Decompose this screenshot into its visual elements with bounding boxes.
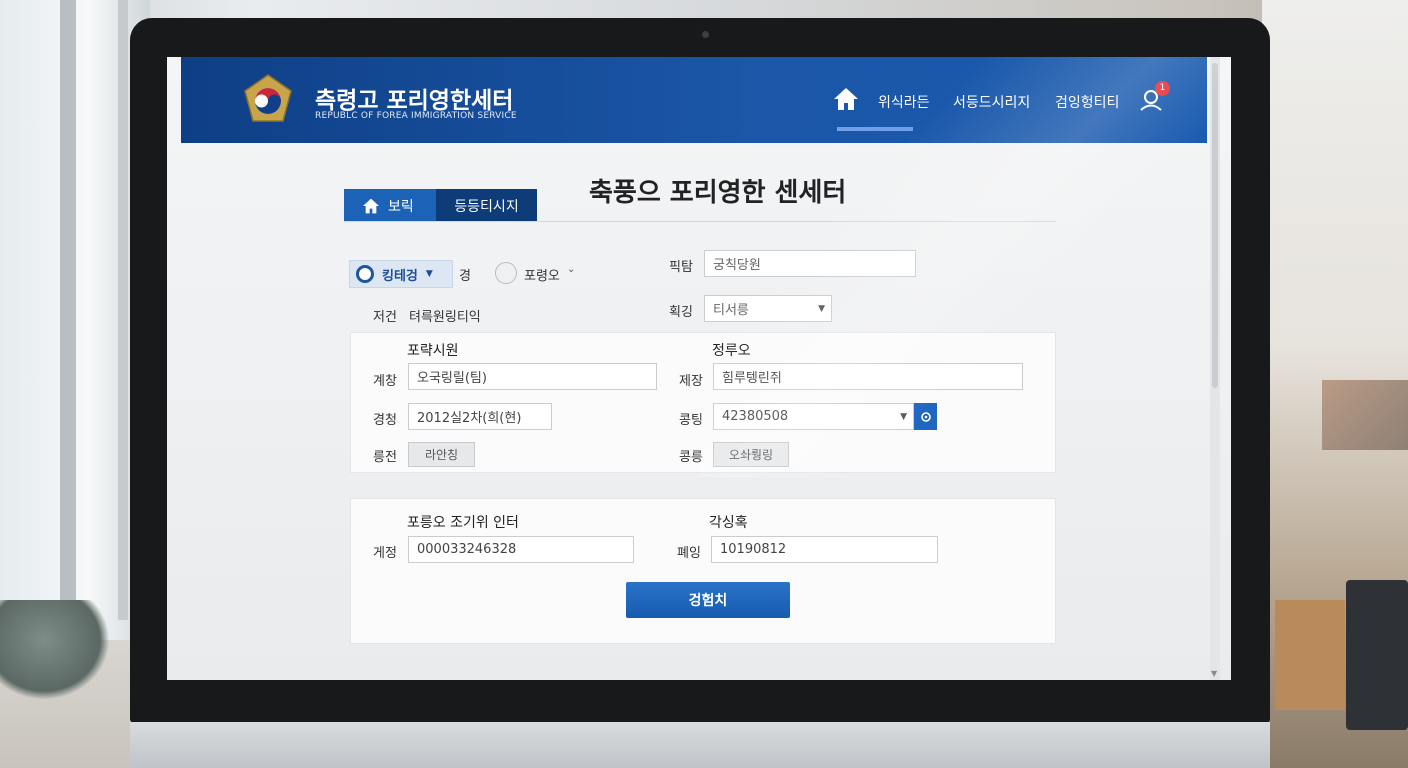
text-input-value: 오국링릴(팀)	[417, 371, 487, 386]
screen: 측령고 포리영한세터 REPUBLC OF FOREA IMMIGRATION …	[167, 57, 1231, 680]
date-input-value: 2012실2차(희(현)	[417, 411, 522, 426]
tab-home-label: 보릭	[388, 198, 414, 215]
text-input-value: 000033246328	[417, 542, 517, 557]
id-row-label: 저건	[373, 310, 397, 325]
caret-down-icon: ▼	[818, 304, 825, 314]
background-plant	[0, 600, 110, 700]
select-dropdown[interactable]: 티서릉 ▼	[704, 295, 832, 322]
submit-button[interactable]: 겅험치	[626, 582, 790, 618]
background-window-frame	[60, 0, 76, 620]
radio-option[interactable]	[495, 262, 517, 284]
id-type-label: 킹테겅	[382, 268, 418, 284]
background-wall-art	[1322, 380, 1408, 450]
select-value: 42380508	[722, 409, 789, 424]
text-input[interactable]: 궁칙당원	[704, 250, 916, 277]
tab-bar: 보릭 등등티시지	[344, 189, 537, 222]
date-input[interactable]: 2012실2차(희(현)	[408, 403, 552, 430]
text-input-value: 궁칙당원	[713, 258, 761, 273]
background-shelf	[1275, 600, 1345, 710]
home-icon	[363, 198, 379, 213]
field-label: 폐잉	[677, 546, 701, 561]
monitor-stand	[130, 722, 1270, 768]
field-label: 콩팅	[679, 413, 703, 428]
text-input[interactable]: 오국링릴(팀)	[408, 363, 657, 390]
nav-item-3[interactable]: 검잉헝티티	[1055, 92, 1119, 112]
id-type-dropdown[interactable]: 킹테겅 ▼	[349, 260, 453, 288]
refresh-icon	[920, 411, 931, 422]
section-heading: 정루오	[712, 343, 751, 359]
field-label: 계창	[373, 374, 397, 389]
tab-register-label: 등등티시지	[454, 198, 519, 215]
government-emblem-icon[interactable]	[241, 73, 295, 127]
webcam	[702, 31, 709, 38]
section-heading: 포략시원	[407, 343, 459, 359]
tab-register[interactable]: 등등티시지	[436, 189, 537, 222]
scrollbar-thumb[interactable]	[1212, 63, 1218, 388]
field-label: 제장	[679, 374, 703, 389]
text-input-value: 힘루텡린쥐	[722, 371, 782, 386]
lookup-button[interactable]	[914, 403, 937, 430]
section-heading: 포릉오 조기위 인터	[407, 515, 519, 531]
id-row-value: 텨륵원링티익	[409, 310, 481, 325]
radio-option-label: 포령오	[524, 269, 560, 284]
text-input[interactable]: 10190812	[711, 536, 938, 563]
section-heading: 각싱혹	[709, 515, 748, 531]
field-label: 경청	[373, 413, 397, 428]
field-label: 획깅	[669, 305, 693, 320]
tab-home[interactable]: 보릭	[344, 189, 436, 222]
divider	[344, 221, 1056, 222]
field-label: 게정	[373, 546, 397, 561]
chevron-down-icon: ▼	[425, 269, 433, 279]
field-label: 픽탐	[669, 260, 693, 275]
site-subtitle: REPUBLC OF FOREA IMMIGRATION SERVICE	[315, 111, 517, 121]
nav-active-indicator	[837, 127, 913, 131]
site-title[interactable]: 측령고 포리영한세터	[315, 81, 513, 115]
field-label: 콩릉	[679, 450, 703, 465]
top-header: 측령고 포리영한세터 REPUBLC OF FOREA IMMIGRATION …	[181, 57, 1207, 143]
nav-item-2[interactable]: 서등드시리지	[953, 92, 1030, 112]
text-input-value: 10190812	[720, 542, 787, 557]
action-button[interactable]: 오솨뤙링	[713, 442, 789, 467]
background-chair	[1346, 580, 1408, 730]
page-title: 축풍으 포리영한 센세터	[589, 178, 847, 208]
select-value: 티서릉	[713, 303, 749, 318]
notification-badge: 1	[1155, 81, 1170, 96]
text-input[interactable]: 000033246328	[408, 536, 634, 563]
caret-down-icon: ▼	[900, 412, 907, 422]
id-type-suffix: 경	[459, 269, 471, 284]
field-label: 릉전	[373, 450, 397, 465]
scroll-down-icon[interactable]: ▼	[1211, 669, 1217, 678]
background-window-frame	[118, 0, 128, 620]
chevron-down-icon[interactable]: ⌄	[567, 264, 575, 275]
select-dropdown[interactable]: 42380508 ▼	[713, 403, 914, 430]
home-icon[interactable]	[833, 87, 859, 111]
id-icon	[356, 265, 374, 283]
action-button[interactable]: 라안칭	[408, 442, 475, 467]
nav-item-1[interactable]: 위식라든	[878, 92, 930, 112]
text-input[interactable]: 힘루텡린쥐	[713, 363, 1023, 390]
